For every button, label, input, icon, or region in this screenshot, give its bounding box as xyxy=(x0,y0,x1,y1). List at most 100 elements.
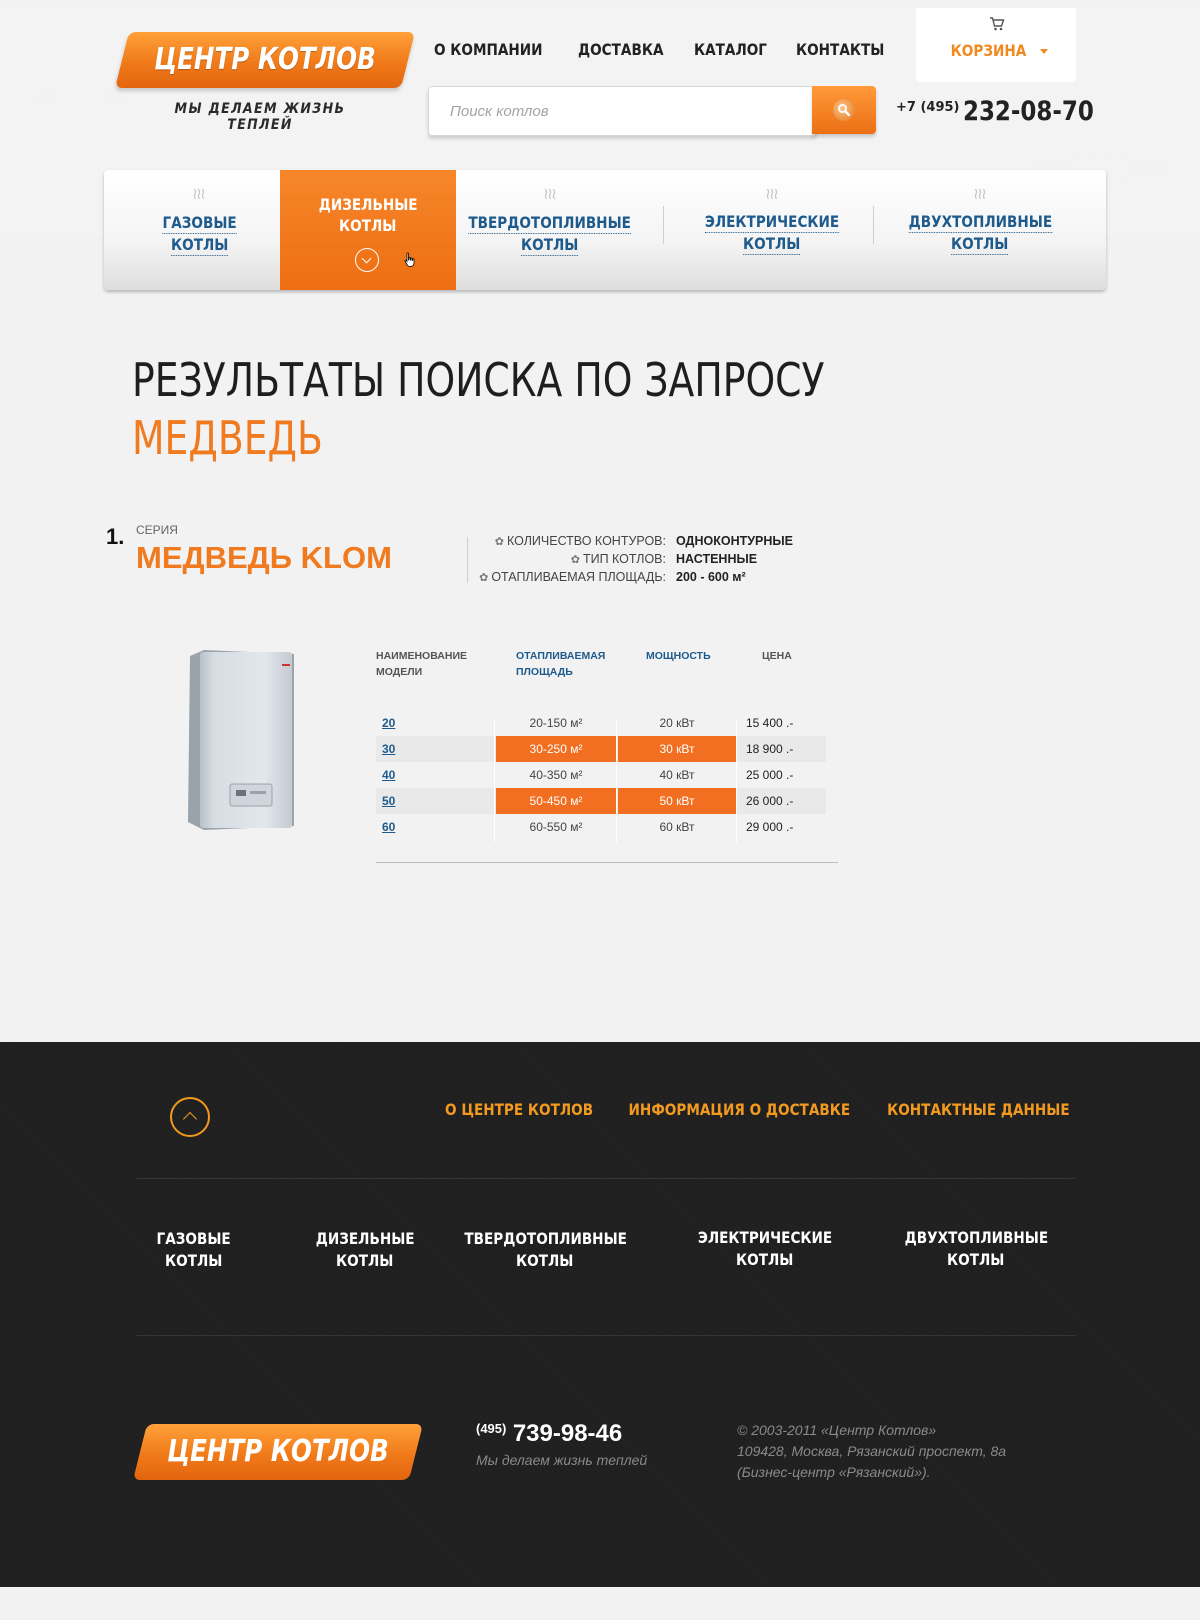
results-title: РЕЗУЛЬТАТЫ ПОИСКА ПО ЗАПРОСУ xyxy=(132,353,825,407)
col-header-price: ЦЕНА xyxy=(762,648,792,664)
footer-category-label: КОТЛЫ xyxy=(516,1251,574,1270)
cell-power: 60 кВт xyxy=(659,820,695,834)
category-solid-fuel[interactable]: ТВЕРДОТОПЛИВНЫЕ КОТЛЫ xyxy=(450,212,650,256)
category-label: ЭЛЕКТРИЧЕСКИЕ xyxy=(704,212,840,233)
footer-phone: (495) 739-98-46 xyxy=(476,1420,622,1448)
col-header-label: НАИМЕНОВАНИЕ МОДЕЛИ xyxy=(376,650,467,678)
steam-icon: ≀≀≀ xyxy=(543,184,557,203)
cell-power: 50 кВт xyxy=(618,788,736,814)
category-dual-fuel[interactable]: ДВУХТОПЛИВНЫЕ КОТЛЫ xyxy=(880,211,1080,255)
category-divider xyxy=(663,206,664,244)
header-phone: +7 (495) 232-08-70 xyxy=(896,96,1117,127)
footer-category-electric[interactable]: ЭЛЕКТРИЧЕСКИЕ КОТЛЫ xyxy=(670,1227,860,1271)
nav-contacts[interactable]: КОНТАКТЫ xyxy=(796,40,884,64)
footer-link-delivery[interactable]: ИНФОРМАЦИЯ О ДОСТАВКЕ xyxy=(628,1100,850,1119)
cart-button[interactable]: КОРЗИНА xyxy=(916,41,1076,60)
cell-area: 40-350 м² xyxy=(529,768,583,782)
category-label: ДИЗЕЛЬНЫЕ xyxy=(318,195,418,214)
nav-company[interactable]: О КОМПАНИИ xyxy=(434,40,543,64)
cart-label: КОРЗИНА xyxy=(950,41,1027,60)
steam-icon: ≀≀≀ xyxy=(192,184,206,203)
spec-value: НАСТЕННЫЕ xyxy=(676,552,758,566)
model-link[interactable]: 40 xyxy=(382,768,395,782)
footer-category-gas[interactable]: ГАЗОВЫЕ КОТЛЫ xyxy=(99,1228,289,1272)
category-diesel[interactable]: ДИЗЕЛЬНЫЕ КОТЛЫ xyxy=(268,194,468,236)
cell-area: 20-150 м² xyxy=(529,716,583,730)
series-label: СЕРИЯ xyxy=(136,523,178,537)
phone-code: +7 (495) xyxy=(896,100,960,115)
result-index: 1. xyxy=(106,524,125,549)
category-label: КОТЛЫ xyxy=(339,216,397,235)
spec-value: ОДНОКОНТУРНЫЕ xyxy=(676,534,793,548)
col-header-power[interactable]: МОЩНОСТЬ xyxy=(646,648,711,664)
cell-price: 25 000 .- xyxy=(746,768,794,782)
col-header-label: МОЩНОСТЬ xyxy=(646,650,711,662)
footer-category-label: КОТЛЫ xyxy=(165,1251,223,1270)
column-divider xyxy=(494,720,495,842)
cell-power: 40 кВт xyxy=(659,768,695,782)
col-header-label: ЦЕНА xyxy=(762,650,792,662)
footer-category-label: ЭЛЕКТРИЧЕСКИЕ xyxy=(697,1228,833,1247)
category-label: ГАЗОВЫЕ xyxy=(162,213,238,234)
category-electric[interactable]: ЭЛЕКТРИЧЕСКИЕ КОТЛЫ xyxy=(672,211,872,255)
footer-category-label: ДВУХТОПЛИВНЫЕ xyxy=(904,1228,1048,1247)
tagline: МЫ ДЕЛАЕМ ЖИЗНЬ ТЕПЛЕЙ xyxy=(174,101,346,133)
footer-category-diesel[interactable]: ДИЗЕЛЬНЫЕ КОТЛЫ xyxy=(270,1228,460,1272)
series-specs: ✿ КОЛИЧЕСТВО КОНТУРОВ: ОДНОКОНТУРНЫЕ ✿ ТИП… xyxy=(420,532,920,586)
column-divider xyxy=(736,720,737,842)
footer-category-label: КОТЛЫ xyxy=(736,1250,794,1269)
series-name-link[interactable]: МЕДВЕДЬ KLOM xyxy=(136,540,392,576)
arrow-up-icon[interactable] xyxy=(170,1097,210,1137)
table-row: 40 40-350 м² 40 кВт 25 000 .- xyxy=(376,762,826,788)
caret-down-icon xyxy=(1040,49,1049,54)
model-link[interactable]: 60 xyxy=(382,820,395,834)
model-link[interactable]: 50 xyxy=(382,794,395,808)
cell-area: 60-550 м² xyxy=(529,820,583,834)
spec-value: 200 - 600 м² xyxy=(676,570,746,584)
nav-delivery[interactable]: ДОСТАВКА xyxy=(578,40,663,64)
footer-category-label: ТВЕРДОТОПЛИВНЫЕ xyxy=(464,1229,627,1248)
footer-link-contacts[interactable]: КОНТАКТНЫЕ ДАННЫЕ xyxy=(887,1100,1070,1119)
col-header-model: НАИМЕНОВАНИЕ МОДЕЛИ xyxy=(376,648,506,680)
model-link[interactable]: 30 xyxy=(382,742,395,756)
category-label: ТВЕРДОТОПЛИВНЫЕ xyxy=(468,213,632,234)
cell-area: 30-250 м² xyxy=(496,736,616,762)
footer-slogan: Мы делаем жизнь теплей xyxy=(476,1452,648,1468)
category-divider xyxy=(873,206,874,244)
model-link[interactable]: 20 xyxy=(382,716,395,730)
search-input[interactable] xyxy=(448,98,802,124)
category-label: КОТЛЫ xyxy=(521,235,579,256)
footer-link-about[interactable]: О ЦЕНТРЕ КОТЛОВ xyxy=(445,1100,593,1119)
cart-icon[interactable] xyxy=(989,16,1005,32)
top-nav: О КОМПАНИИ ДОСТАВКА КАТАЛОГ КОНТАКТЫ xyxy=(434,40,888,64)
category-label: КОТЛЫ xyxy=(951,234,1009,255)
footer-category-solid-fuel[interactable]: ТВЕРДОТОПЛИВНЫЕ КОТЛЫ xyxy=(450,1228,640,1272)
cell-price: 29 000 .- xyxy=(746,820,794,834)
footer-category-label: ДИЗЕЛЬНЫЕ xyxy=(315,1229,415,1248)
table-bottom-rule xyxy=(376,862,838,863)
copyright-line: © 2003-2011 «Центр Котлов» xyxy=(737,1422,937,1438)
boiler-image[interactable] xyxy=(186,650,294,830)
footer-category-dual-fuel[interactable]: ДВУХТОПЛИВНЫЕ КОТЛЫ xyxy=(881,1227,1071,1271)
cell-price: 26 000 .- xyxy=(746,794,794,808)
chevron-down-icon[interactable] xyxy=(355,248,379,272)
phone-number: 232-08-70 xyxy=(963,96,1095,127)
col-header-area[interactable]: ОТАПЛИВАЕМАЯ ПЛОЩАДЬ xyxy=(516,648,626,680)
logo-text[interactable]: ЦЕНТР КОТЛОВ xyxy=(148,32,383,88)
nav-catalog[interactable]: КАТАЛОГ xyxy=(694,40,767,64)
table-row: 60 60-550 м² 60 кВт 29 000 .- xyxy=(376,814,826,840)
search-button[interactable] xyxy=(812,86,876,134)
footer-category-label: КОТЛЫ xyxy=(336,1251,394,1270)
column-divider xyxy=(616,720,617,842)
gear-icon: ✿ xyxy=(479,572,489,584)
cell-power: 20 кВт xyxy=(659,716,695,730)
cursor-hand-icon xyxy=(404,252,415,267)
footer-phone-code: (495) xyxy=(476,1421,507,1436)
search-icon xyxy=(833,99,855,121)
cell-power: 30 кВт xyxy=(618,736,736,762)
footer-divider xyxy=(136,1178,1076,1179)
category-label: КОТЛЫ xyxy=(171,235,229,256)
footer-logo-text[interactable]: ЦЕНТР КОТЛОВ xyxy=(165,1424,391,1480)
spec-row: ✿ ОТАПЛИВАЕМАЯ ПЛОЩАДЬ: 200 - 600 м² xyxy=(420,568,920,586)
cell-price: 15 400 .- xyxy=(746,716,794,730)
